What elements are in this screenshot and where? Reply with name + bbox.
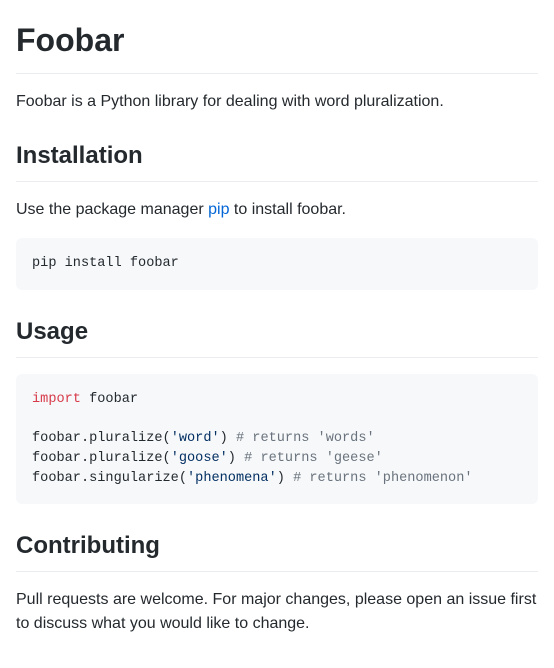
code-line3-post: ): [277, 471, 293, 486]
intro-paragraph: Foobar is a Python library for dealing w…: [16, 90, 538, 114]
installation-heading: Installation: [16, 138, 538, 182]
install-code: pip install foobar: [32, 256, 179, 271]
code-line3-pre: foobar.singularize(: [32, 471, 187, 486]
code-line1-str: 'word': [171, 431, 220, 446]
installation-text-after: to install foobar.: [229, 201, 346, 218]
import-keyword: import: [32, 392, 81, 407]
code-line1-com: # returns 'words': [236, 431, 375, 446]
code-line2-post: ): [228, 451, 244, 466]
installation-paragraph: Use the package manager pip to install f…: [16, 198, 538, 222]
usage-heading: Usage: [16, 314, 538, 358]
pip-link[interactable]: pip: [208, 201, 229, 218]
import-module: foobar: [81, 392, 138, 407]
install-code-block: pip install foobar: [16, 238, 538, 290]
code-line2-str: 'goose': [171, 451, 228, 466]
usage-code-block: import foobar foobar.pluralize('word') #…: [16, 374, 538, 505]
installation-text-before: Use the package manager: [16, 201, 208, 218]
code-line1-pre: foobar.pluralize(: [32, 431, 171, 446]
contributing-paragraph: Pull requests are welcome. For major cha…: [16, 588, 538, 636]
usage-code: import foobar foobar.pluralize('word') #…: [32, 392, 473, 486]
code-line3-str: 'phenomena': [187, 471, 277, 486]
page-title: Foobar: [16, 16, 538, 74]
code-line2-com: # returns 'geese': [244, 451, 383, 466]
code-line3-com: # returns 'phenomenon': [293, 471, 472, 486]
code-line2-pre: foobar.pluralize(: [32, 451, 171, 466]
contributing-heading: Contributing: [16, 528, 538, 572]
code-line1-post: ): [220, 431, 236, 446]
